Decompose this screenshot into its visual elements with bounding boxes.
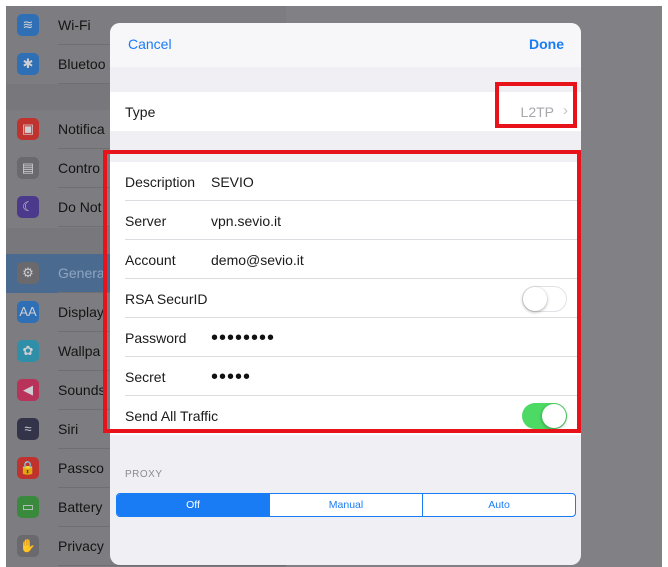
sounds-icon: ◀ [17, 379, 39, 401]
privacy-icon: ✋ [17, 535, 39, 557]
cancel-button[interactable]: Cancel [128, 36, 172, 52]
passcode-icon: 🔒 [17, 457, 39, 479]
type-label: Type [125, 104, 156, 120]
sidebar-item-label: Wallpa [58, 343, 101, 359]
notifications-icon: ▣ [17, 118, 39, 140]
sidebar-item-label: Do Not [58, 199, 102, 215]
battery-icon: ▭ [17, 496, 39, 518]
siri-icon: ≈ [17, 418, 39, 440]
proxy-option-auto[interactable]: Auto [422, 494, 575, 516]
proxy-option-manual[interactable]: Manual [269, 494, 422, 516]
type-highlight-box [495, 82, 577, 128]
display-icon: AA [17, 301, 39, 323]
bluetooth-icon: ✱ [17, 53, 39, 75]
proxy-section-header: PROXY [125, 469, 163, 480]
sidebar-item-label: Sounds [58, 382, 106, 398]
proxy-segmented-control: Off Manual Auto [116, 493, 576, 517]
sidebar-item-label: Privacy [58, 538, 104, 554]
ipad-screen: ≋ Wi-Fi ✱ Bluetoo ▣ Notifica ▤ Contro ☾ Do Not ⚙ Ge… [6, 6, 662, 567]
sidebar-item-label: Battery [58, 499, 103, 515]
wallpaper-icon: ✿ [17, 340, 39, 362]
done-button[interactable]: Done [529, 36, 564, 52]
sidebar-item-label: Wi-Fi [58, 17, 91, 33]
fields-highlight-box [103, 150, 581, 433]
wifi-icon: ≋ [17, 14, 39, 36]
row-divider [58, 565, 286, 566]
sidebar-item-label: Contro [58, 160, 101, 176]
sidebar-item-label: Bluetoo [58, 56, 106, 72]
control-center-icon: ▤ [17, 157, 39, 179]
sidebar-item-label: Passco [58, 460, 104, 476]
gear-icon: ⚙ [17, 262, 39, 284]
modal-nav-bar: Cancel Done [110, 23, 581, 67]
sidebar-item-label: Genera [58, 265, 105, 281]
sidebar-item-label: Siri [58, 421, 79, 437]
sidebar-item-label: Display [58, 304, 104, 320]
proxy-option-off[interactable]: Off [117, 494, 269, 516]
sidebar-item-label: Notifica [58, 121, 105, 137]
do-not-disturb-icon: ☾ [17, 196, 39, 218]
